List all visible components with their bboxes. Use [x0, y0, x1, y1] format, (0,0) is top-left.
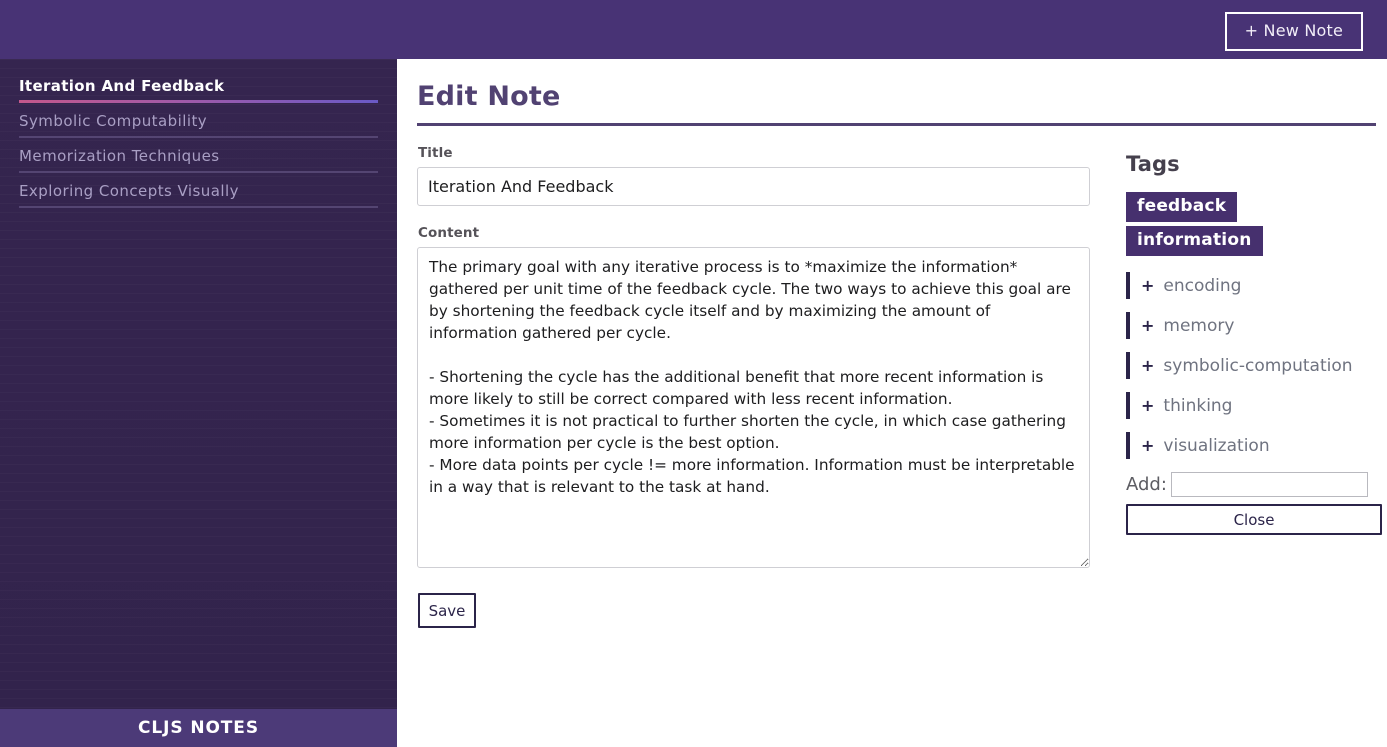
plus-icon: +	[1141, 396, 1155, 415]
item-divider	[19, 206, 378, 208]
sidebar-item-label: Exploring Concepts Visually	[19, 182, 239, 200]
available-tag-label: visualization	[1163, 435, 1270, 456]
sidebar-footer: CLJS NOTES	[0, 709, 397, 747]
sidebar-item-label: Memorization Techniques	[19, 147, 220, 165]
tags-heading: Tags	[1126, 152, 1180, 176]
content-textarea[interactable]: The primary goal with any iterative proc…	[417, 247, 1090, 568]
available-tag-encoding[interactable]: + encoding	[1126, 272, 1368, 299]
app-brand-label: CLJS NOTES	[138, 718, 259, 738]
sidebar-item-label: Symbolic Computability	[19, 112, 208, 130]
sidebar-item-symbolic-computability[interactable]: Symbolic Computability	[19, 103, 378, 138]
add-tag-label: Add:	[1126, 474, 1167, 495]
add-tag-input[interactable]	[1170, 472, 1368, 497]
available-tags-list: + encoding + memory + symbolic-computati…	[1126, 272, 1368, 459]
content-columns: Title Content The primary goal with any …	[397, 126, 1387, 628]
plus-icon: +	[1141, 436, 1155, 455]
app-root: + New Note Iteration And Feedback Symbol…	[0, 0, 1387, 747]
main-content: Edit Note Title Content The primary goal…	[397, 59, 1387, 747]
available-tag-visualization[interactable]: + visualization	[1126, 432, 1368, 459]
page-title: Edit Note	[417, 81, 561, 112]
save-button[interactable]: Save	[418, 593, 476, 628]
sidebar-item-iteration-and-feedback[interactable]: Iteration And Feedback	[19, 68, 378, 103]
plus-icon: +	[1141, 316, 1155, 335]
note-list: Iteration And Feedback Symbolic Computab…	[0, 59, 397, 208]
tag-chip-information[interactable]: information	[1126, 226, 1263, 256]
available-tag-symbolic-computation[interactable]: + symbolic-computation	[1126, 352, 1368, 379]
new-note-button[interactable]: + New Note	[1224, 12, 1363, 51]
plus-icon: +	[1141, 356, 1155, 375]
available-tag-label: encoding	[1163, 275, 1242, 296]
available-tag-label: symbolic-computation	[1163, 355, 1353, 376]
available-tag-label: thinking	[1163, 395, 1233, 416]
tags-panel: Tags feedback information + encoding + m…	[1102, 126, 1382, 535]
sidebar-item-exploring-concepts-visually[interactable]: Exploring Concepts Visually	[19, 173, 378, 208]
assigned-tags-list: feedback information	[1126, 192, 1368, 256]
available-tag-label: memory	[1163, 315, 1235, 336]
sidebar-item-label: Iteration And Feedback	[19, 77, 225, 95]
sidebar-item-memorization-techniques[interactable]: Memorization Techniques	[19, 138, 378, 173]
tag-chip-feedback[interactable]: feedback	[1126, 192, 1238, 222]
available-tag-thinking[interactable]: + thinking	[1126, 392, 1368, 419]
available-tag-memory[interactable]: + memory	[1126, 312, 1368, 339]
top-header-bar: + New Note	[0, 0, 1387, 59]
add-tag-row: Add:	[1126, 472, 1368, 497]
title-field-label: Title	[418, 145, 453, 161]
title-input[interactable]	[417, 167, 1090, 206]
edit-note-form: Title Content The primary goal with any …	[397, 126, 1102, 628]
sidebar: Iteration And Feedback Symbolic Computab…	[0, 59, 397, 747]
content-field-label: Content	[418, 225, 480, 241]
plus-icon: +	[1141, 276, 1155, 295]
close-tags-button[interactable]: Close	[1126, 504, 1382, 535]
